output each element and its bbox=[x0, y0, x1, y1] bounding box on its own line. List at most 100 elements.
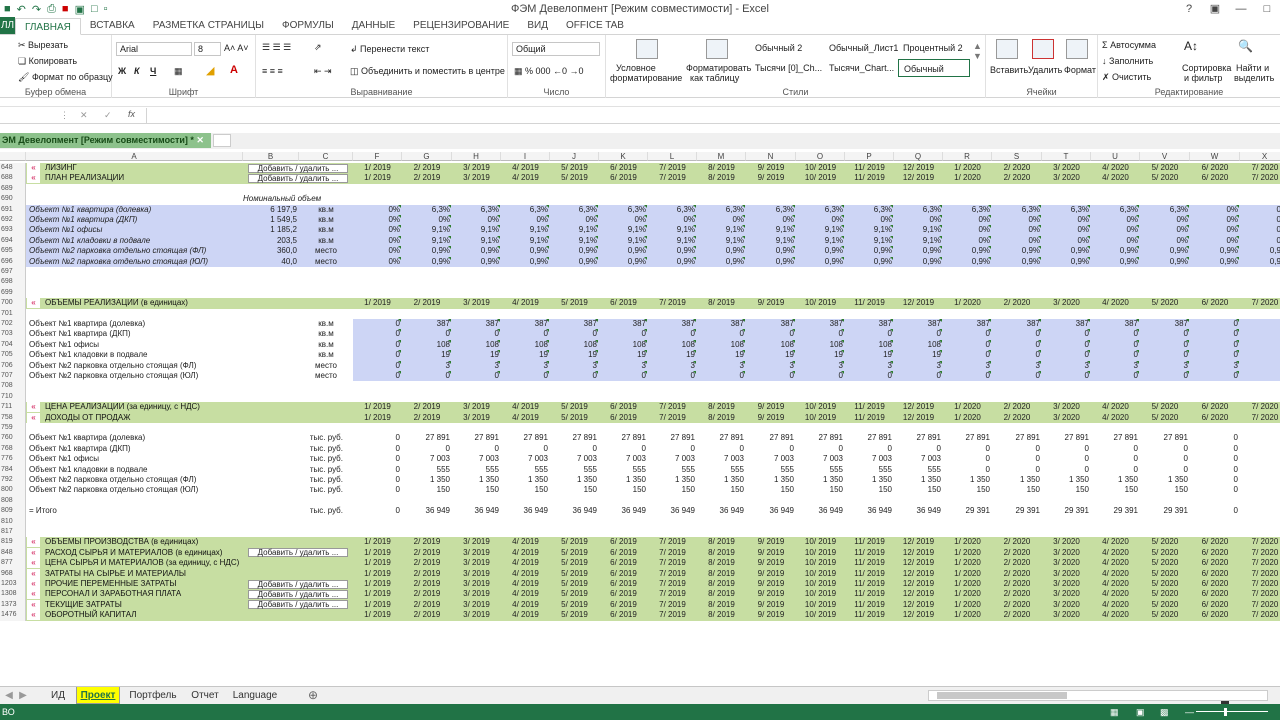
value-cell[interactable]: 0% bbox=[1240, 225, 1280, 236]
value-cell[interactable]: 6,3% bbox=[402, 204, 452, 215]
expand-group-icon[interactable]: « bbox=[27, 558, 40, 569]
value-cell[interactable]: 0% bbox=[452, 215, 501, 226]
value-cell[interactable]: 387 bbox=[452, 319, 501, 330]
row-number[interactable]: 702 bbox=[0, 319, 26, 330]
value-cell[interactable]: 1 350 bbox=[402, 475, 452, 485]
value-cell[interactable]: 19 bbox=[550, 350, 599, 361]
value-cell[interactable]: 3 bbox=[992, 360, 1042, 371]
value-cell[interactable]: 0% bbox=[894, 215, 943, 226]
value-cell[interactable]: 36 949 bbox=[648, 506, 697, 516]
month-header-cell[interactable]: 3/ 2019 bbox=[452, 589, 501, 599]
value-cell[interactable]: 9,1% bbox=[402, 235, 452, 247]
workbook-tab-active[interactable]: ЭМ Девелопмент [Режим совместимости] * ✕ bbox=[0, 133, 211, 148]
value-cell[interactable]: 0 bbox=[992, 465, 1042, 475]
add-remove-button[interactable]: Добавить / удалить ... bbox=[248, 600, 348, 610]
month-header-cell[interactable]: 8/ 2019 bbox=[697, 589, 746, 599]
unit-cell[interactable]: место bbox=[299, 371, 353, 381]
value-cell[interactable]: 3 bbox=[894, 360, 943, 371]
month-header-cell[interactable]: 8/ 2019 bbox=[697, 569, 746, 579]
value-cell[interactable]: 36 949 bbox=[402, 506, 452, 516]
month-header-cell[interactable]: 9/ 2019 bbox=[746, 402, 796, 412]
month-header-cell[interactable]: 1/ 2019 bbox=[353, 298, 402, 308]
value-cell[interactable]: 387 bbox=[746, 319, 796, 330]
row-number[interactable]: 700 bbox=[0, 298, 26, 309]
expand-group-icon[interactable]: « bbox=[27, 589, 40, 600]
value-cell[interactable]: 7 003 bbox=[894, 454, 943, 464]
row-number[interactable]: 1203 bbox=[0, 579, 26, 590]
value-cell[interactable]: 29 391 bbox=[992, 506, 1042, 516]
value-cell[interactable]: 0 bbox=[501, 444, 550, 454]
month-header-cell[interactable]: 3/ 2019 bbox=[452, 163, 501, 173]
value-cell[interactable]: 0 bbox=[1240, 329, 1280, 340]
month-header-cell[interactable]: 1/ 2020 bbox=[943, 579, 992, 589]
month-header-cell[interactable]: 2/ 2019 bbox=[402, 537, 452, 547]
value-cell[interactable]: 9,1% bbox=[746, 235, 796, 247]
month-header-cell[interactable]: 5/ 2020 bbox=[1140, 548, 1190, 558]
month-header-cell[interactable]: 6/ 2020 bbox=[1190, 600, 1240, 610]
month-header-cell[interactable]: 2/ 2020 bbox=[992, 610, 1042, 620]
month-header-cell[interactable]: 3/ 2019 bbox=[452, 600, 501, 610]
row-number[interactable]: 877 bbox=[0, 558, 26, 569]
column-header[interactable]: L bbox=[648, 152, 697, 161]
row-label[interactable]: Объект №2 парковка отдельно стоящая (ФЛ) bbox=[26, 361, 243, 371]
month-header-cell[interactable]: 6/ 2019 bbox=[599, 558, 648, 568]
insert-cells-icon[interactable] bbox=[996, 39, 1018, 59]
month-header-cell[interactable]: 5/ 2019 bbox=[550, 548, 599, 558]
nominal-volume-cell[interactable]: 6 197,9 bbox=[243, 204, 299, 215]
month-header-cell[interactable]: 2/ 2019 bbox=[402, 413, 452, 423]
value-cell[interactable]: 0 bbox=[894, 444, 943, 454]
unit-cell[interactable]: кв.м bbox=[299, 319, 353, 329]
month-header-cell[interactable]: 9/ 2019 bbox=[746, 600, 796, 610]
value-cell[interactable]: 0,9% bbox=[1042, 256, 1091, 267]
format-as-table-label-2[interactable]: как таблицу bbox=[690, 73, 739, 83]
month-header-cell[interactable]: 8/ 2019 bbox=[697, 600, 746, 610]
value-cell[interactable]: 0,9% bbox=[796, 246, 845, 257]
maximize-icon[interactable]: □ bbox=[1254, 0, 1280, 18]
value-cell[interactable]: 0 bbox=[894, 329, 943, 340]
value-cell[interactable]: 1 350 bbox=[1091, 475, 1140, 485]
month-header-cell[interactable]: 2/ 2020 bbox=[992, 600, 1042, 610]
month-header-cell[interactable]: 4/ 2019 bbox=[501, 610, 550, 620]
expand-group-icon[interactable]: « bbox=[27, 568, 40, 579]
month-header-cell[interactable]: 7/ 2020 bbox=[1240, 402, 1280, 412]
month-header-cell[interactable]: 4/ 2020 bbox=[1091, 173, 1140, 183]
value-cell[interactable]: 0 bbox=[1042, 339, 1091, 351]
value-cell[interactable]: 0% bbox=[1190, 235, 1240, 247]
value-cell[interactable]: 0% bbox=[353, 256, 402, 267]
month-header-cell[interactable]: 7/ 2019 bbox=[648, 558, 697, 568]
style-normal-sheet1[interactable]: Обычный_Лист1 bbox=[824, 39, 898, 57]
month-header-cell[interactable]: 7/ 2020 bbox=[1240, 298, 1280, 308]
value-cell[interactable]: 6,3% bbox=[796, 204, 845, 215]
month-header-cell[interactable]: 9/ 2019 bbox=[746, 548, 796, 558]
expand-group-icon[interactable]: « bbox=[27, 402, 40, 413]
new-file-icon[interactable]: □ bbox=[91, 3, 98, 15]
value-cell[interactable]: 0,9% bbox=[845, 246, 894, 257]
month-header-cell[interactable]: 2/ 2019 bbox=[402, 569, 452, 579]
month-header-cell[interactable]: 9/ 2019 bbox=[746, 163, 796, 173]
undo-icon[interactable]: ↶ bbox=[17, 3, 26, 16]
month-header-cell[interactable]: 4/ 2019 bbox=[501, 600, 550, 610]
month-header-cell[interactable]: 12/ 2019 bbox=[894, 402, 943, 412]
value-cell[interactable]: 0 bbox=[845, 444, 894, 454]
nominal-volume-cell[interactable]: 40,0 bbox=[243, 256, 299, 267]
month-header-cell[interactable]: 5/ 2019 bbox=[550, 173, 599, 183]
month-header-cell[interactable]: 10/ 2019 bbox=[796, 548, 845, 558]
value-cell[interactable]: 0,9% bbox=[550, 246, 599, 257]
value-cell[interactable]: 0 bbox=[599, 444, 648, 454]
month-header-cell[interactable]: 11/ 2019 bbox=[845, 537, 894, 547]
value-cell[interactable]: 9,1% bbox=[501, 225, 550, 236]
month-header-cell[interactable]: 10/ 2019 bbox=[796, 537, 845, 547]
month-header-cell[interactable]: 1/ 2019 bbox=[353, 600, 402, 610]
row-number[interactable]: 776 bbox=[0, 454, 26, 465]
month-header-cell[interactable]: 6/ 2020 bbox=[1190, 579, 1240, 589]
value-cell[interactable]: 0,9% bbox=[943, 246, 992, 257]
unit-cell[interactable]: кв.м bbox=[299, 329, 353, 339]
value-cell[interactable]: 0 bbox=[402, 444, 452, 454]
row-number[interactable]: 692 bbox=[0, 215, 26, 226]
value-cell[interactable]: 9,1% bbox=[894, 225, 943, 236]
month-header-cell[interactable]: 3/ 2019 bbox=[452, 402, 501, 412]
column-header[interactable]: N bbox=[746, 152, 796, 161]
month-header-cell[interactable]: 6/ 2020 bbox=[1190, 413, 1240, 423]
value-cell[interactable]: 108 bbox=[402, 339, 452, 351]
value-cell[interactable]: 0 bbox=[746, 329, 796, 340]
